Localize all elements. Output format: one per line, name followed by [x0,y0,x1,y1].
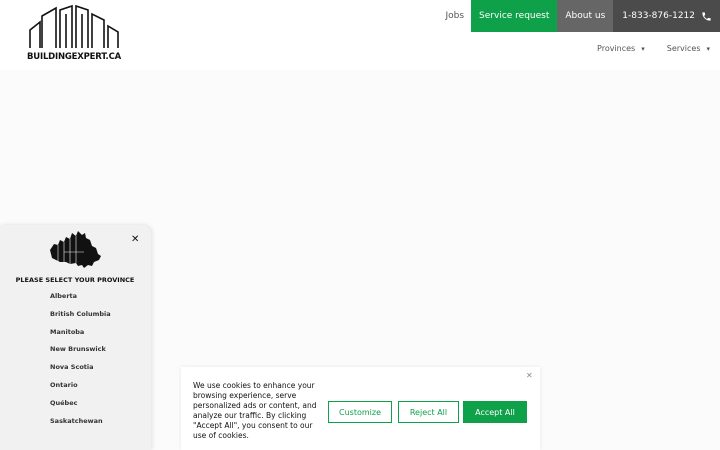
canada-map-icon [50,231,101,268]
phone-number: 1-833-876-1212 [622,11,695,21]
province-item-alberta[interactable]: Alberta [50,292,111,310]
sub-nav: Provinces ▾ Services ▾ [597,44,710,53]
province-list: Alberta British Columbia Manitoba New Br… [50,292,111,434]
buildings-logo-icon [29,4,119,48]
services-menu-label: Services [666,44,701,53]
service-request-button[interactable]: Service request [471,0,558,32]
site-header: BUILDINGEXPERT.CA Jobs Service request A… [0,0,720,70]
cookie-message: We use cookies to enhance your browsing … [193,381,317,440]
province-item-british-columbia[interactable]: British Columbia [50,310,111,328]
phone-icon [702,11,711,21]
province-item-nova-scotia[interactable]: Nova Scotia [50,363,111,381]
province-selector-panel: ✕ PLEASE SELECT YOUR PROVINCE Alberta Br… [0,225,151,450]
province-item-new-brunswick[interactable]: New Brunswick [50,345,111,363]
provinces-menu-label: Provinces [597,44,636,53]
reject-all-button[interactable]: Reject All [398,401,459,423]
accept-all-button[interactable]: Accept All [463,401,527,423]
top-nav: Jobs Service request About us 1-833-876-… [438,0,720,32]
close-cookie-icon[interactable]: ✕ [526,371,533,380]
phone-link[interactable]: 1-833-876-1212 [613,0,720,32]
nav-jobs-link[interactable]: Jobs [438,0,471,32]
province-item-saskatchewan[interactable]: Saskatchewan [50,417,111,435]
province-item-quebec[interactable]: Québec [50,399,111,417]
chevron-down-icon: ▾ [641,44,645,53]
close-panel-icon[interactable]: ✕ [131,234,139,245]
provinces-menu[interactable]: Provinces ▾ [597,44,645,53]
cookie-banner: ✕ We use cookies to enhance your browsin… [181,367,540,450]
province-panel-heading: PLEASE SELECT YOUR PROVINCE [15,276,135,284]
customize-button[interactable]: Customize [328,401,392,423]
province-item-manitoba[interactable]: Manitoba [50,328,111,346]
services-menu[interactable]: Services ▾ [667,44,710,53]
about-us-link[interactable]: About us [557,0,614,32]
chevron-down-icon: ▾ [706,44,710,53]
province-item-ontario[interactable]: Ontario [50,381,111,399]
logo-text: BUILDINGEXPERT.CA [27,52,121,62]
site-logo[interactable]: BUILDINGEXPERT.CA [26,4,122,64]
